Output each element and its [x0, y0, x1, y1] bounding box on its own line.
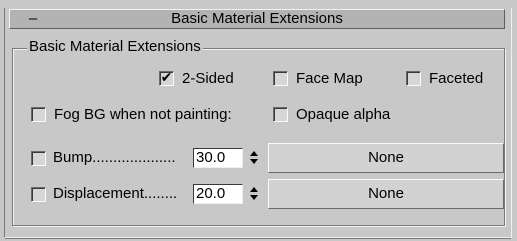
faceted-checkbox[interactable]: Faceted — [406, 68, 483, 88]
displacement-label: Displacement........ — [53, 185, 178, 202]
fog-bg-checkbox[interactable]: Fog BG when not painting: — [31, 104, 232, 124]
face-map-checkbox[interactable]: Face Map — [273, 68, 363, 88]
spinner-up-icon[interactable] — [250, 187, 258, 192]
bump-map-button[interactable]: None — [268, 143, 504, 173]
checkbox-box[interactable]: ✔ — [159, 68, 174, 86]
checkbox-box[interactable] — [31, 150, 46, 166]
checkbox-box[interactable] — [31, 186, 46, 202]
two-sided-label: 2-Sided — [182, 69, 234, 87]
material-extensions-panel: Basic Material Extensions – Basic Materi… — [0, 0, 517, 241]
bump-checkbox[interactable] — [31, 148, 54, 168]
checkbox-box[interactable] — [273, 106, 288, 122]
two-sided-checkbox[interactable]: ✔ 2-Sided — [159, 68, 234, 88]
faceted-label: Faceted — [429, 69, 484, 87]
checkmark-icon: ✔ — [160, 68, 173, 85]
rollout-header[interactable]: Basic Material Extensions – — [9, 9, 505, 29]
checkbox-box[interactable] — [273, 70, 288, 86]
displacement-checkbox[interactable] — [31, 184, 54, 204]
bump-spinner[interactable] — [248, 148, 260, 168]
opaque-alpha-label: Opaque alpha — [296, 105, 391, 123]
bump-label: Bump.................... — [53, 149, 176, 166]
collapse-icon[interactable]: – — [26, 10, 40, 28]
face-map-label: Face Map — [296, 69, 363, 87]
opaque-alpha-checkbox[interactable]: Opaque alpha — [273, 104, 390, 124]
displacement-map-button[interactable]: None — [268, 179, 504, 209]
spinner-down-icon[interactable] — [250, 159, 258, 164]
group-title: Basic Material Extensions — [27, 38, 203, 56]
bump-amount-input[interactable]: 30.0 — [193, 148, 243, 168]
displacement-amount-input[interactable]: 20.0 — [193, 184, 243, 204]
fog-bg-label: Fog BG when not painting: — [54, 105, 232, 123]
checkbox-box[interactable] — [31, 106, 46, 122]
spinner-up-icon[interactable] — [250, 151, 258, 156]
displacement-spinner[interactable] — [248, 184, 260, 204]
checkbox-box[interactable] — [406, 70, 421, 86]
spinner-down-icon[interactable] — [250, 195, 258, 200]
rollout-title: Basic Material Extensions — [171, 10, 343, 27]
